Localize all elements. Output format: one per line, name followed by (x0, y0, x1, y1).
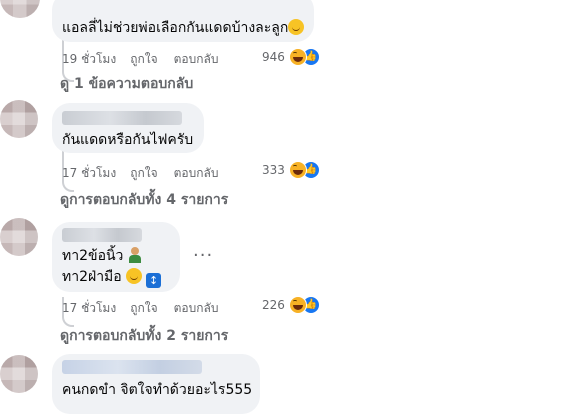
comment-text: กันแดดหรือกันไฟครับ (62, 132, 194, 148)
reply-button[interactable]: ตอบกลับ (174, 52, 219, 66)
like-button[interactable]: ถูกใจ (130, 166, 157, 180)
person-emoji-icon (128, 247, 142, 263)
view-replies-link[interactable]: ดูการตอบกลับทั้ง 4 รายการ (60, 189, 228, 211)
comment-text: ทา2ฝ่ามือ ↕ (62, 268, 162, 288)
view-replies-link[interactable]: ดูการตอบกลับทั้ง 2 รายการ (60, 325, 228, 347)
comment-time[interactable]: 19 ชั่วโมง (62, 52, 116, 66)
commenter-name[interactable] (62, 111, 182, 125)
like-button[interactable]: ถูกใจ (130, 301, 157, 315)
commenter-name[interactable] (62, 228, 142, 242)
reaction-count: 333 (262, 163, 285, 177)
view-replies-link[interactable]: ดู 1 ข้อความตอบกลับ (60, 73, 193, 95)
comment-actions: 19 ชั่วโมง ถูกใจ ตอบกลับ (62, 50, 234, 69)
up-down-arrow-icon: ↕ (146, 273, 162, 288)
reaction-summary[interactable]: 226 👍 (262, 296, 320, 314)
like-button[interactable]: ถูกใจ (130, 52, 157, 66)
comment-text: คนกดขำ จิตใจทำด้วยอะไร555 (62, 382, 253, 398)
avatar[interactable] (0, 218, 38, 256)
reply-button[interactable]: ตอบกลับ (174, 301, 219, 315)
haha-reaction-icon (288, 296, 307, 314)
comment-actions: 17 ชั่วโมง ถูกใจ ตอบกลับ (62, 299, 234, 318)
smiling-face-icon (126, 268, 143, 284)
reaction-summary[interactable]: 946 👍 (262, 48, 320, 66)
haha-reaction-icon (288, 161, 307, 179)
avatar[interactable] (0, 0, 40, 18)
more-options-icon[interactable]: ··· (193, 245, 213, 266)
commenter-name[interactable] (62, 360, 202, 374)
reply-button[interactable]: ตอบกลับ (174, 166, 219, 180)
avatar[interactable] (0, 100, 38, 138)
avatar[interactable] (0, 355, 38, 393)
comment-time[interactable]: 17 ชั่วโมง (62, 166, 116, 180)
reaction-summary[interactable]: 333 👍 (262, 161, 320, 179)
comment-time[interactable]: 17 ชั่วโมง (62, 301, 116, 315)
reaction-count: 946 (262, 50, 285, 64)
comment-actions: 17 ชั่วโมง ถูกใจ ตอบกลับ (62, 164, 234, 183)
haha-reaction-icon (288, 48, 307, 66)
comment-text: ทา2ข้อนิ้ว (62, 247, 142, 265)
astonished-face-icon (288, 19, 305, 35)
reaction-count: 226 (262, 298, 285, 312)
comment-text: แอลลี่ไม่ช่วยพ่อเลือกกันแดดบ้างละลูก (62, 19, 305, 37)
